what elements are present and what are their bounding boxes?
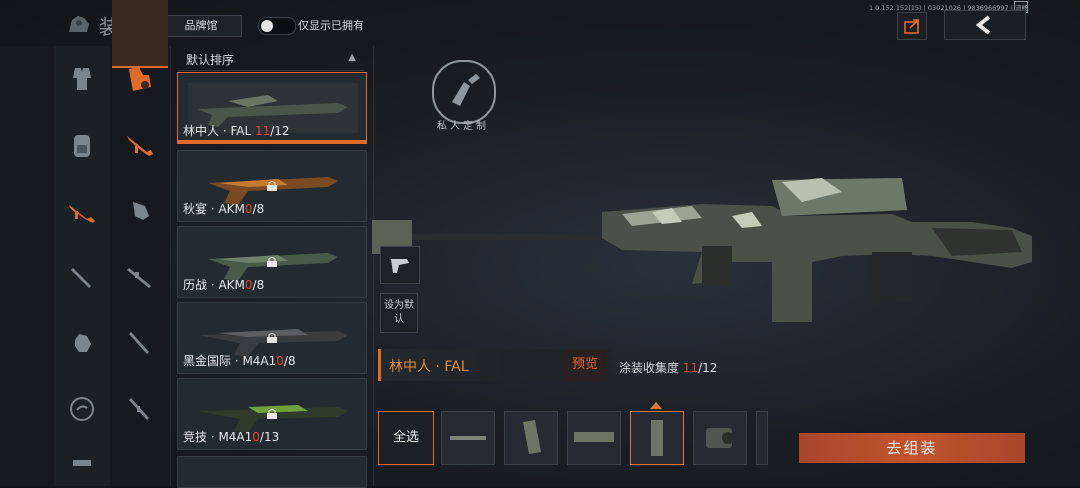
pistol-icon [391, 259, 409, 273]
wardrobe-icon [69, 16, 89, 32]
skin-card[interactable]: 历战 · AKM0/8 [177, 226, 367, 298]
category-assault-rifle[interactable] [112, 116, 168, 174]
skin-card[interactable]: 秋宴 · AKM0/8 [177, 150, 367, 222]
spray-icon [129, 67, 151, 91]
custom-logo-label: 私人定制 [437, 121, 489, 132]
lock-icon [267, 181, 277, 191]
skin-name: 历战 · AKM0/8 [183, 278, 265, 292]
caret-up-icon: ▲ [348, 52, 356, 63]
part-slot[interactable] [630, 411, 684, 465]
fal-weapon-model [372, 178, 1032, 322]
backpack-icon [74, 135, 90, 157]
part-slot[interactable] [441, 411, 495, 465]
category-emote[interactable] [54, 380, 110, 438]
toggle-knob [261, 20, 273, 32]
share-button[interactable] [897, 12, 927, 40]
brush-icon [452, 74, 480, 106]
part-selected-caret [650, 402, 662, 409]
skin-name: 秋宴 · AKM0/8 [183, 202, 265, 216]
sniper-icon [127, 268, 151, 288]
owned-only-label: 仅显示已拥有 [298, 19, 364, 32]
marksman-icon [129, 398, 149, 420]
weapon-name: 林中人 · FAL [389, 359, 469, 375]
smg-icon [133, 202, 149, 220]
owned-only-toggle[interactable] [258, 17, 296, 35]
category-smg[interactable] [112, 182, 168, 240]
weapon-view-button[interactable] [380, 246, 420, 284]
back-arrow-icon [975, 15, 991, 35]
sort-dropdown[interactable]: 默认排序 ▲ [178, 48, 364, 71]
category-rifle[interactable] [54, 182, 110, 240]
part-slot[interactable] [756, 411, 768, 465]
glove-icon [75, 334, 91, 352]
skin-card[interactable]: 林中人 · FAL 11/12 [177, 72, 367, 144]
category-sniper[interactable] [112, 248, 168, 306]
skin-card[interactable]: 黑金国际 · M4A10/8 [177, 302, 367, 374]
assault-rifle-icon [127, 136, 153, 156]
part-slot[interactable] [693, 411, 747, 465]
barrel-icon [450, 436, 486, 440]
part-slot[interactable] [504, 411, 558, 465]
collection-progress: 涂装收集度 11/12 [619, 361, 718, 375]
lock-icon [267, 333, 277, 343]
custom-logo [432, 60, 496, 124]
part-slot[interactable] [567, 411, 621, 465]
scope-icon [706, 428, 734, 448]
assemble-button[interactable]: 去组装 [799, 433, 1025, 463]
stock-icon [651, 420, 663, 456]
preview-button[interactable]: 预览 [563, 349, 607, 381]
skin-name: 竞技 · M4A10/13 [183, 430, 280, 444]
share-icon [904, 19, 919, 34]
category-knife[interactable] [54, 248, 110, 306]
category-outfit[interactable] [54, 50, 110, 108]
select-all-button[interactable]: 全选 [378, 411, 434, 465]
lock-icon [267, 409, 277, 419]
outfit-icon [73, 68, 91, 90]
magazine-icon [523, 420, 541, 454]
more-icon [73, 460, 91, 466]
category-more[interactable] [54, 440, 110, 480]
category-shotgun[interactable] [112, 314, 168, 372]
category-glove[interactable] [54, 314, 110, 372]
set-default-button[interactable]: 设为默认 [380, 293, 418, 333]
lock-icon [267, 257, 277, 267]
skin-name: 黑金国际 · M4A10/8 [183, 354, 296, 368]
category-backpack[interactable] [54, 116, 110, 174]
skin-card[interactable]: 竞技 · M4A10/13 [177, 378, 367, 450]
rifle-icon [69, 205, 95, 223]
emote-icon [70, 397, 94, 421]
knife-icon [71, 268, 91, 288]
category-marksman[interactable] [112, 380, 168, 438]
brand-hall-button[interactable]: 品牌馆 [160, 15, 242, 37]
shotgun-icon [129, 332, 149, 354]
sort-label: 默认排序 [186, 53, 235, 67]
category-spray[interactable] [112, 50, 168, 108]
selected-indicator [178, 140, 366, 143]
skin-card[interactable] [177, 456, 367, 488]
receiver-icon [574, 432, 614, 442]
back-button[interactable] [944, 10, 1026, 40]
skin-name: 林中人 · FAL 11/12 [183, 124, 290, 138]
